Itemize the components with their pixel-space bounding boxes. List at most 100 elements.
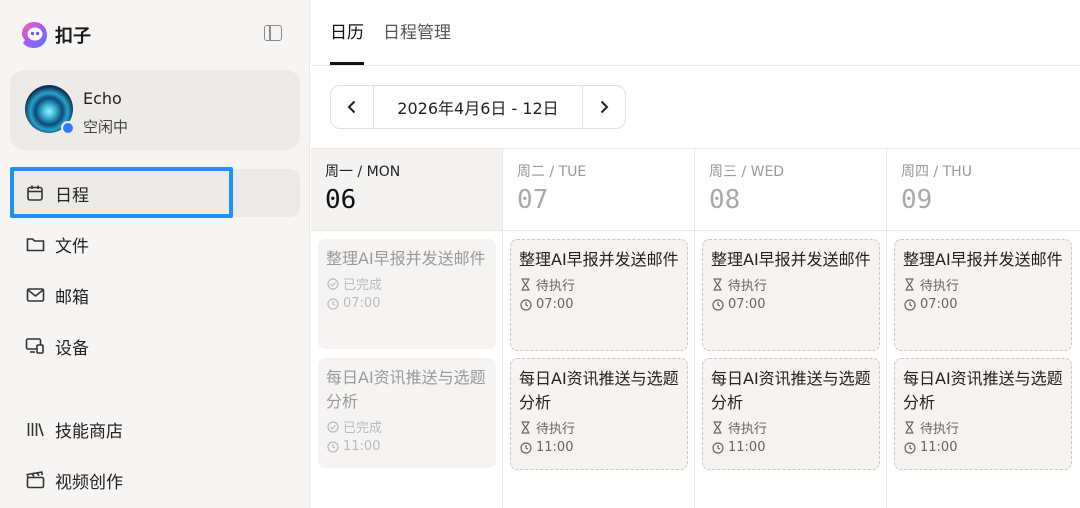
task-card[interactable]: 每日AI资讯推送与选题分析 待执行 11:00 <box>894 358 1072 470</box>
day-column-mon: 周一 / MON 06 整理AI早报并发送邮件 已完成 07:00 每日AI资讯… <box>311 149 503 508</box>
app-name: 扣子 <box>55 26 91 47</box>
hourglass-icon <box>519 421 532 434</box>
sidebar-item-label: 邮箱 <box>55 287 89 308</box>
brand[interactable]: 扣子 <box>19 20 91 50</box>
task-title: 整理AI早报并发送邮件 <box>711 250 871 269</box>
task-status: 待执行 <box>536 279 576 294</box>
clock-icon <box>326 440 339 453</box>
clock-icon <box>903 441 916 454</box>
task-card[interactable]: 整理AI早报并发送邮件 待执行 07:00 <box>510 239 688 351</box>
folder-icon <box>25 234 45 254</box>
date-navigator: 2026年4月6日 - 12日 <box>330 85 626 129</box>
task-card[interactable]: 整理AI早报并发送邮件 已完成 07:00 <box>318 239 496 349</box>
sidebar-item-label: 技能商店 <box>55 421 123 442</box>
day-header[interactable]: 周一 / MON 06 <box>311 149 502 231</box>
clock-icon <box>903 298 916 311</box>
sidebar-toggle-icon[interactable] <box>264 25 282 41</box>
task-title: 整理AI早报并发送邮件 <box>519 250 679 269</box>
check-circle-icon <box>326 277 339 290</box>
task-time: 07:00 <box>728 297 766 312</box>
task-status: 待执行 <box>728 422 768 437</box>
user-status: 空闲中 <box>83 118 129 136</box>
day-header[interactable]: 周二 / TUE 07 <box>503 149 694 231</box>
task-time: 07:00 <box>536 297 574 312</box>
task-status: 待执行 <box>920 279 960 294</box>
hourglass-icon <box>711 278 724 291</box>
clock-icon <box>711 441 724 454</box>
day-number: 08 <box>709 185 741 215</box>
tab-schedule-management[interactable]: 日程管理 <box>383 18 451 43</box>
check-circle-icon <box>326 420 339 433</box>
task-time: 07:00 <box>343 296 381 311</box>
hourglass-icon <box>903 421 916 434</box>
task-time: 11:00 <box>728 440 766 455</box>
day-header[interactable]: 周四 / THU 09 <box>887 149 1080 231</box>
device-icon <box>25 336 45 356</box>
tab-bar: 日历 日程管理 <box>311 0 1080 66</box>
task-title: 整理AI早报并发送邮件 <box>326 249 486 268</box>
avatar <box>25 85 75 135</box>
calendar-icon <box>25 183 45 203</box>
task-title: 每日AI资讯推送与选题分析 <box>519 369 679 412</box>
task-title: 每日AI资讯推送与选题分析 <box>326 368 486 411</box>
clock-icon <box>711 298 724 311</box>
day-column-wed: 周三 / WED 08 整理AI早报并发送邮件 待执行 07:00 每日AI资讯… <box>695 149 887 508</box>
main-panel: 日历 日程管理 2026年4月6日 - 12日 周一 / MON 06 整理AI… <box>311 0 1080 508</box>
coze-logo-icon <box>22 22 47 48</box>
day-header[interactable]: 周三 / WED 08 <box>695 149 886 231</box>
mail-icon <box>25 285 45 305</box>
task-status: 待执行 <box>728 279 768 294</box>
sidebar-item-schedule[interactable]: 日程 <box>10 169 300 217</box>
task-time: 07:00 <box>920 297 958 312</box>
chevron-left-icon <box>347 100 356 114</box>
active-tab-indicator <box>330 62 364 65</box>
chevron-right-icon <box>600 100 609 114</box>
day-number: 09 <box>901 185 933 215</box>
hourglass-icon <box>519 278 532 291</box>
task-title: 整理AI早报并发送邮件 <box>903 250 1063 269</box>
sidebar-item-mail[interactable]: 邮箱 <box>10 271 300 319</box>
clapperboard-icon <box>25 470 45 490</box>
library-icon <box>25 419 45 439</box>
task-card[interactable]: 每日AI资讯推送与选题分析 待执行 11:00 <box>702 358 880 470</box>
sidebar-item-files[interactable]: 文件 <box>10 220 300 268</box>
sidebar-item-skill-store[interactable]: 技能商店 <box>10 405 300 453</box>
task-title: 每日AI资讯推送与选题分析 <box>711 369 871 412</box>
sidebar-item-label: 日程 <box>55 185 89 206</box>
day-label: 周三 / WED <box>709 164 785 180</box>
task-status: 已完成 <box>343 278 383 293</box>
clock-icon <box>519 298 532 311</box>
day-number: 06 <box>325 185 357 215</box>
task-card[interactable]: 整理AI早报并发送邮件 待执行 07:00 <box>894 239 1072 351</box>
sidebar-item-label: 设备 <box>55 338 89 359</box>
task-status: 待执行 <box>536 422 576 437</box>
task-time: 11:00 <box>920 440 958 455</box>
sidebar: 扣子 Echo 空闲中 日程 文件 邮箱 设备 技能商店 视频创作 <box>0 0 310 508</box>
next-week-button[interactable] <box>583 86 625 128</box>
day-label: 周二 / TUE <box>517 164 587 180</box>
hourglass-icon <box>711 421 724 434</box>
task-card[interactable]: 每日AI资讯推送与选题分析 待执行 11:00 <box>510 358 688 470</box>
tab-calendar[interactable]: 日历 <box>330 18 364 43</box>
task-title: 每日AI资讯推送与选题分析 <box>903 369 1063 412</box>
task-time: 11:00 <box>536 440 574 455</box>
prev-week-button[interactable] <box>331 86 373 128</box>
task-card[interactable]: 每日AI资讯推送与选题分析 已完成 11:00 <box>318 358 496 468</box>
task-status: 已完成 <box>343 421 383 436</box>
clock-icon <box>519 441 532 454</box>
task-card[interactable]: 整理AI早报并发送邮件 待执行 07:00 <box>702 239 880 351</box>
date-range-label[interactable]: 2026年4月6日 - 12日 <box>373 86 583 128</box>
day-label: 周四 / THU <box>901 164 972 180</box>
sidebar-item-video-creation[interactable]: 视频创作 <box>10 456 300 504</box>
day-column-tue: 周二 / TUE 07 整理AI早报并发送邮件 待执行 07:00 每日AI资讯… <box>503 149 695 508</box>
day-label: 周一 / MON <box>325 164 401 180</box>
week-grid: 周一 / MON 06 整理AI早报并发送邮件 已完成 07:00 每日AI资讯… <box>311 148 1080 508</box>
hourglass-icon <box>903 278 916 291</box>
user-card[interactable]: Echo 空闲中 <box>10 70 300 150</box>
task-time: 11:00 <box>343 439 381 454</box>
online-status-dot <box>61 121 75 135</box>
user-name: Echo <box>83 89 122 108</box>
day-column-thu: 周四 / THU 09 整理AI早报并发送邮件 待执行 07:00 每日AI资讯… <box>887 149 1080 508</box>
clock-icon <box>326 297 339 310</box>
sidebar-item-devices[interactable]: 设备 <box>10 322 300 370</box>
